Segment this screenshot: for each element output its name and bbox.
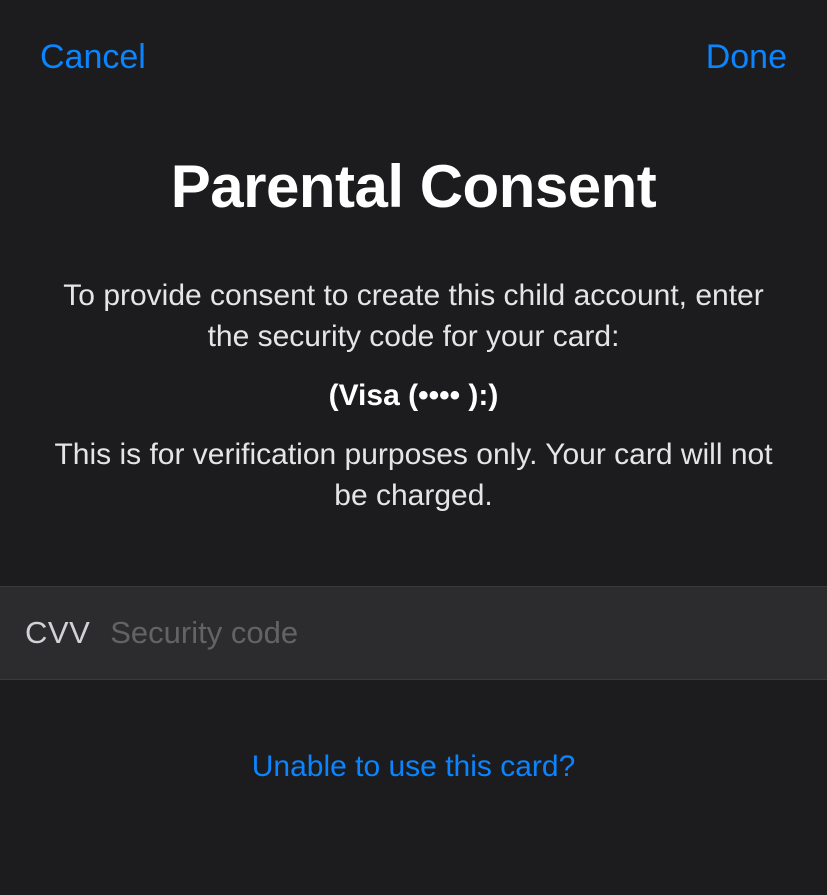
done-button[interactable]: Done — [706, 38, 787, 77]
content-area: Parental Consent To provide consent to c… — [0, 152, 827, 784]
cvv-input-row: CVV — [0, 586, 827, 680]
navbar: Cancel Done — [0, 0, 827, 97]
cvv-input[interactable] — [110, 615, 802, 651]
cancel-button[interactable]: Cancel — [40, 38, 146, 77]
card-info-text: (Visa (•••• ):) — [30, 379, 797, 413]
description-text: To provide consent to create this child … — [30, 276, 797, 357]
unable-to-use-card-link[interactable]: Unable to use this card? — [30, 750, 797, 784]
page-title: Parental Consent — [30, 152, 797, 221]
notice-text: This is for verification purposes only. … — [30, 435, 797, 516]
cvv-label: CVV — [25, 615, 90, 651]
